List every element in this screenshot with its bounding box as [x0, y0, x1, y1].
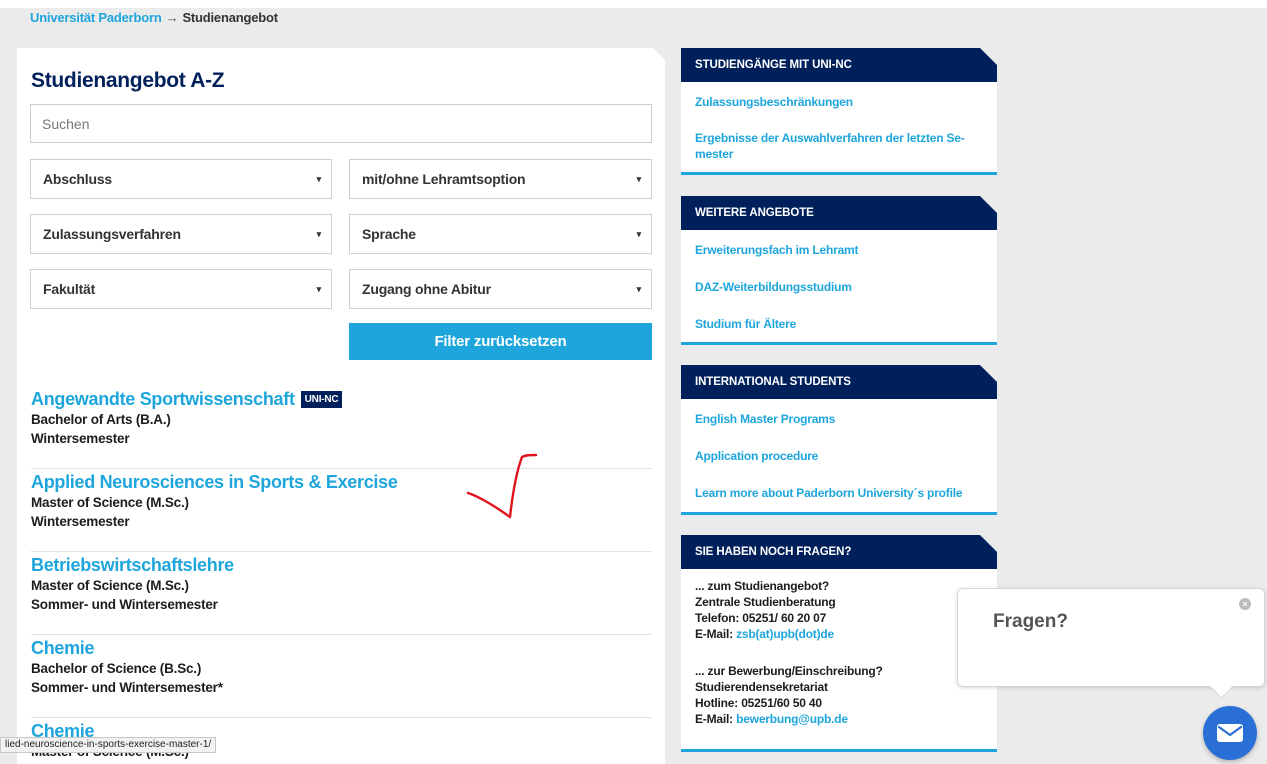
link-erweiterungsfach[interactable]: Erweiterungsfach im Lehramt [681, 242, 997, 258]
filter-lehramt-label: mit/ohne Lehramtsoption [362, 171, 526, 187]
link-english-master[interactable]: English Master Programs [681, 411, 997, 427]
list-item: Chemie Bachelor of Science (B.Sc.) Somme… [31, 635, 652, 718]
program-degree: Master of Science (M.Sc.) [31, 495, 189, 510]
filter-lehramt-select[interactable]: mit/ohne Lehramtsoption ▾ [349, 159, 652, 199]
filter-zulassung-select[interactable]: Zulassungsverfahren ▾ [30, 214, 332, 254]
top-bar [0, 0, 1267, 8]
list-item: Betriebswirtschaftslehre Master of Scien… [31, 552, 652, 635]
chevron-down-icon: ▾ [316, 229, 322, 239]
breadcrumb-current: Studienangebot [182, 10, 278, 25]
program-semester: Sommer- und Wintersemester [31, 597, 218, 612]
link-auswahlverfahren[interactable]: Ergebnisse der Auswahlverfahren der letz… [681, 130, 997, 162]
list-item: Applied Neurosciences in Sports & Exerci… [31, 469, 652, 552]
program-title-link[interactable]: Betriebswirtschaftslehre [31, 554, 234, 576]
filter-sprache-label: Sprache [362, 226, 416, 242]
status-bar-url: lied-neuroscience-in-sports-exercise-mas… [0, 737, 217, 753]
link-zulassungsbeschraenkungen[interactable]: Zulassungsbeschränkungen [681, 94, 997, 110]
program-title-link[interactable]: Applied Neurosciences in Sports & Exerci… [31, 471, 398, 493]
chevron-down-icon: ▾ [316, 284, 322, 294]
panel-weitere-angebote: WEITERE ANGEBOTE Erweiterungsfach im Leh… [681, 196, 997, 345]
contact-line: Telefon: 05251/ 60 20 07 [695, 611, 827, 625]
chat-launcher-button[interactable] [1203, 706, 1257, 760]
chevron-down-icon: ▾ [316, 174, 322, 184]
panel-international: INTERNATIONAL STUDENTS English Master Pr… [681, 365, 997, 515]
red-checkmark-annotation [466, 453, 538, 519]
panel-heading: INTERNATIONAL STUDENTS [681, 365, 997, 399]
filter-abschluss-label: Abschluss [43, 171, 112, 187]
filter-fakultaet-select[interactable]: Fakultät ▾ [30, 269, 332, 309]
contact-block-studienberatung: ... zum Studienangebot? Zentrale Studien… [681, 578, 997, 642]
filter-sprache-select[interactable]: Sprache ▾ [349, 214, 652, 254]
breadcrumb-separator: → [165, 10, 179, 25]
chat-prompt: Fragen? [993, 611, 1068, 632]
envelope-icon [1217, 724, 1243, 742]
filter-fakultaet-label: Fakultät [43, 281, 96, 297]
link-university-profile[interactable]: Learn more about Paderborn University´s … [681, 485, 997, 501]
panel-heading: STUDIENGÄNGE MIT UNI-NC [681, 48, 997, 82]
program-degree: Master of Science (M.Sc.) [31, 578, 189, 593]
contact-line: Zentrale Studienberatung [695, 595, 836, 609]
email-label: E-Mail: [695, 712, 733, 726]
chat-popup: Fragen? × [957, 588, 1265, 687]
breadcrumb: Universität Paderborn → Studienangebot [30, 9, 278, 27]
email-label: E-Mail: [695, 627, 733, 641]
program-semester: Wintersemester [31, 514, 130, 529]
program-degree: Bachelor of Science (B.Sc.) [31, 661, 202, 676]
breadcrumb-home-link[interactable]: Universität Paderborn [30, 10, 162, 25]
filter-abschluss-select[interactable]: Abschluss ▾ [30, 159, 332, 199]
chevron-down-icon: ▾ [636, 174, 642, 184]
email-link-zsb[interactable]: zsb(at)upb(dot)de [736, 627, 834, 641]
filter-zulassung-label: Zulassungsverfahren [43, 226, 181, 242]
link-auswahlverfahren-line2: mester [695, 147, 734, 161]
filter-zugang-select[interactable]: Zugang ohne Abitur ▾ [349, 269, 652, 309]
list-item: Angewandte Sportwissenschaft UNI-NC Bache… [31, 386, 652, 469]
contact-block-sekretariat: ... zur Bewerbung/Einschreibung? Studier… [681, 663, 997, 727]
chevron-down-icon: ▾ [636, 229, 642, 239]
contact-email-line: E-Mail: zsb(at)upb(dot)de [695, 626, 983, 642]
filter-zugang-label: Zugang ohne Abitur [362, 281, 491, 297]
email-link-bewerbung[interactable]: bewerbung@upb.de [736, 712, 848, 726]
contact-line: Studierendensekretariat [695, 680, 828, 694]
contact-line: ... zur Bewerbung/Einschreibung? [695, 664, 883, 678]
page-title: Studienangebot A-Z [31, 69, 225, 92]
link-application-procedure[interactable]: Application procedure [681, 448, 997, 464]
reset-filters-button[interactable]: Filter zurücksetzen [349, 323, 652, 360]
contact-line: Hotline: 05251/60 50 40 [695, 696, 822, 710]
panel-heading: WEITERE ANGEBOTE [681, 196, 997, 230]
panel-uni-nc: STUDIENGÄNGE MIT UNI-NC Zulassungsbeschr… [681, 48, 997, 175]
link-auswahlverfahren-line1: Ergebnisse der Auswahlverfahren der letz… [695, 131, 965, 145]
link-studium-aeltere[interactable]: Studium für Ältere [681, 316, 997, 332]
program-semester: Wintersemester [31, 431, 130, 446]
program-semester: Sommer- und Wintersemester* [31, 680, 223, 695]
program-title-link[interactable]: Chemie [31, 637, 95, 659]
contact-email-line: E-Mail: bewerbung@upb.de [695, 711, 983, 727]
chevron-down-icon: ▾ [636, 284, 642, 294]
program-title-link[interactable]: Angewandte Sportwissenschaft [31, 388, 295, 410]
search-input[interactable] [30, 104, 652, 143]
link-daz-weiterbildung[interactable]: DAZ-Weiterbildungsstudium [681, 279, 997, 295]
panel-fragen: SIE HABEN NOCH FRAGEN? ... zum Studienan… [681, 535, 997, 752]
uni-nc-badge: UNI-NC [300, 391, 343, 408]
close-icon[interactable]: × [1239, 598, 1251, 610]
results-list: Angewandte Sportwissenschaft UNI-NC Bache… [31, 386, 652, 764]
contact-line: ... zum Studienangebot? [695, 579, 830, 593]
program-degree: Bachelor of Arts (B.A.) [31, 412, 171, 427]
study-programs-card: Studienangebot A-Z Abschluss ▾ mit/ohne … [17, 48, 665, 764]
panel-heading: SIE HABEN NOCH FRAGEN? [681, 535, 997, 569]
